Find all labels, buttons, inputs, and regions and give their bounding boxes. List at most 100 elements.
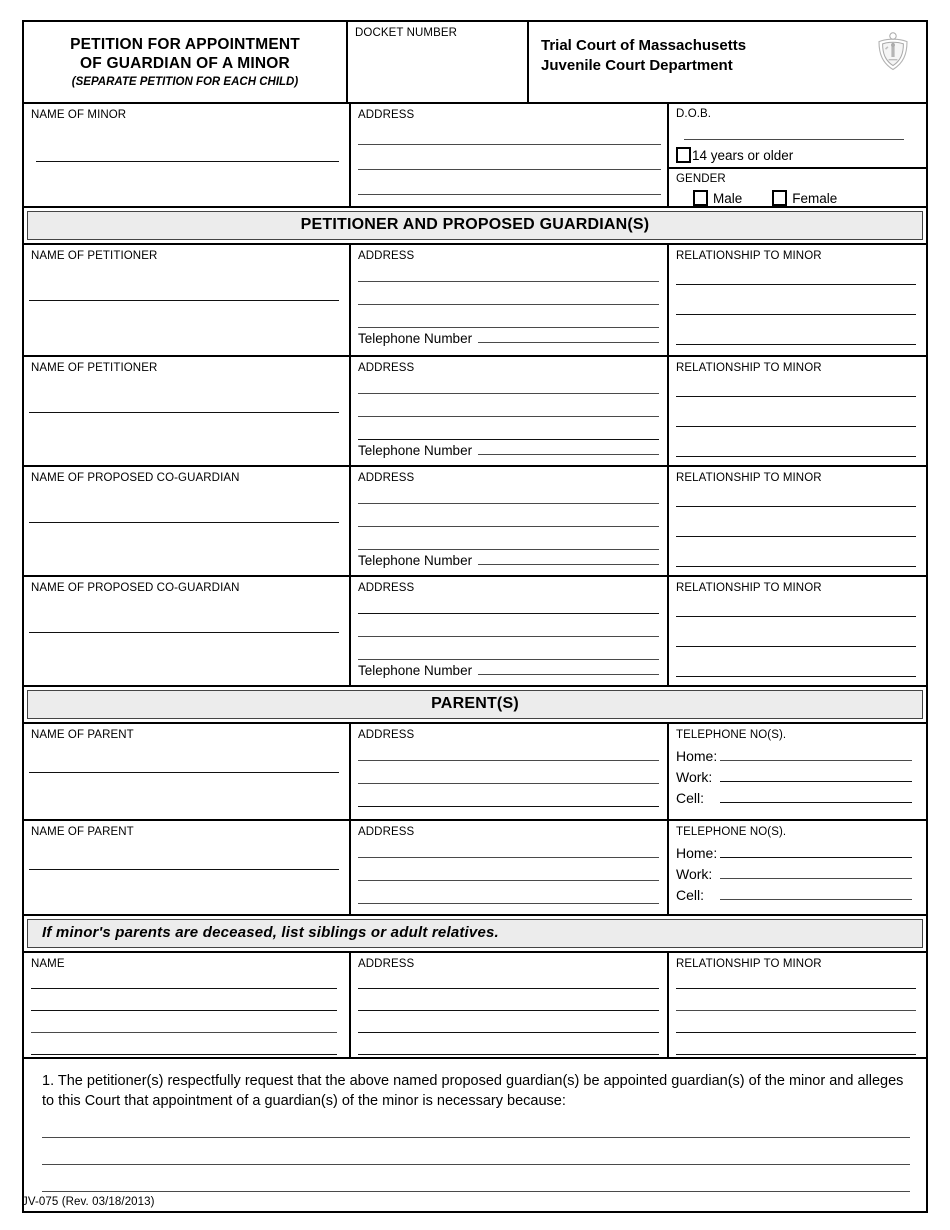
- siblings-name-cell[interactable]: NAME: [24, 953, 349, 1057]
- siblings-address-line-1[interactable]: [358, 988, 659, 989]
- coguardian-2-relationship-line-1[interactable]: [676, 616, 916, 617]
- age-14-checkbox[interactable]: [676, 147, 691, 163]
- age-14-checkbox-row[interactable]: 14 years or older: [676, 147, 918, 163]
- petitioner-2-telephone-line[interactable]: [478, 454, 659, 455]
- siblings-name-line-2[interactable]: [31, 1010, 337, 1011]
- coguardian-1-telephone-row[interactable]: Telephone Number: [358, 553, 659, 568]
- parent-2-home-row[interactable]: Home:: [676, 845, 912, 861]
- coguardian-2-address-line-1[interactable]: [358, 613, 659, 614]
- coguardian-1-address-line-3[interactable]: [358, 549, 659, 550]
- parent-2-cell-row[interactable]: Cell:: [676, 887, 912, 903]
- parent-1-cell-line[interactable]: [720, 802, 912, 803]
- petitioner-2-address-cell[interactable]: ADDRESS Telephone Number: [349, 357, 667, 465]
- siblings-relationship-line-3[interactable]: [676, 1032, 916, 1033]
- gender-male-checkbox[interactable]: [693, 190, 708, 206]
- parent-1-name-line[interactable]: [29, 772, 339, 773]
- minor-name-cell[interactable]: NAME OF MINOR: [24, 104, 349, 206]
- parent-1-address-line-3[interactable]: [358, 806, 659, 807]
- parent-2-work-line[interactable]: [720, 878, 912, 879]
- minor-address-line-2[interactable]: [358, 169, 661, 170]
- parent-2-address-line-1[interactable]: [358, 857, 659, 858]
- petitioner-2-name-cell[interactable]: NAME OF PETITIONER: [24, 357, 349, 465]
- petitioner-2-relationship-cell[interactable]: RELATIONSHIP TO MINOR: [667, 357, 926, 465]
- coguardian-1-relationship-line-2[interactable]: [676, 536, 916, 537]
- coguardian-2-address-line-2[interactable]: [358, 636, 659, 637]
- minor-address-line-3[interactable]: [358, 194, 661, 195]
- parent-2-address-line-2[interactable]: [358, 880, 659, 881]
- siblings-name-line-4[interactable]: [31, 1054, 337, 1055]
- coguardian-1-relationship-line-1[interactable]: [676, 506, 916, 507]
- parent-1-work-row[interactable]: Work:: [676, 769, 912, 785]
- coguardian-2-name-cell[interactable]: NAME OF PROPOSED CO-GUARDIAN: [24, 577, 349, 685]
- petitioner-1-relationship-line-3[interactable]: [676, 344, 916, 345]
- minor-address-line-1[interactable]: [358, 144, 661, 145]
- siblings-address-line-3[interactable]: [358, 1032, 659, 1033]
- parent-1-telephone-cell[interactable]: TELEPHONE NO(S). Home: Work: Cell:: [667, 724, 926, 819]
- coguardian-2-telephone-row[interactable]: Telephone Number: [358, 663, 659, 678]
- petitioner-1-relationship-line-2[interactable]: [676, 314, 916, 315]
- parent-1-home-row[interactable]: Home:: [676, 748, 912, 764]
- coguardian-1-name-line[interactable]: [29, 522, 339, 523]
- siblings-address-cell[interactable]: ADDRESS: [349, 953, 667, 1057]
- petitioner-1-address-line-2[interactable]: [358, 304, 659, 305]
- petitioner-1-name-line[interactable]: [29, 300, 339, 301]
- parent-1-home-line[interactable]: [720, 760, 912, 761]
- coguardian-1-address-line-2[interactable]: [358, 526, 659, 527]
- siblings-address-line-4[interactable]: [358, 1054, 659, 1055]
- coguardian-1-name-cell[interactable]: NAME OF PROPOSED CO-GUARDIAN: [24, 467, 349, 575]
- parent-2-address-cell[interactable]: ADDRESS: [349, 821, 667, 914]
- minor-dob-cell[interactable]: D.O.B. 14 years or older: [669, 104, 926, 167]
- petitioner-1-telephone-line[interactable]: [478, 342, 659, 343]
- siblings-relationship-cell[interactable]: RELATIONSHIP TO MINOR: [667, 953, 926, 1057]
- petitioner-1-address-line-1[interactable]: [358, 281, 659, 282]
- parent-2-name-line[interactable]: [29, 869, 339, 870]
- gender-female-checkbox[interactable]: [772, 190, 788, 206]
- coguardian-2-name-line[interactable]: [29, 632, 339, 633]
- siblings-name-line-1[interactable]: [31, 988, 337, 989]
- parent-1-address-line-2[interactable]: [358, 783, 659, 784]
- minor-gender-cell[interactable]: GENDER Male Female: [669, 167, 926, 206]
- gender-options[interactable]: Male Female: [676, 190, 918, 206]
- petitioner-2-relationship-line-1[interactable]: [676, 396, 916, 397]
- coguardian-2-telephone-line[interactable]: [478, 674, 659, 675]
- petitioner-1-relationship-cell[interactable]: RELATIONSHIP TO MINOR: [667, 245, 926, 355]
- coguardian-2-address-line-3[interactable]: [358, 659, 659, 660]
- parent-2-address-line-3[interactable]: [358, 903, 659, 904]
- parent-1-address-line-1[interactable]: [358, 760, 659, 761]
- coguardian-1-address-line-1[interactable]: [358, 503, 659, 504]
- petitioner-1-address-cell[interactable]: ADDRESS Telephone Number: [349, 245, 667, 355]
- petitioner-2-relationship-line-3[interactable]: [676, 456, 916, 457]
- parent-1-address-cell[interactable]: ADDRESS: [349, 724, 667, 819]
- minor-name-input-line[interactable]: [36, 161, 339, 162]
- petitioner-1-address-line-3[interactable]: [358, 327, 659, 328]
- coguardian-1-relationship-line-3[interactable]: [676, 566, 916, 567]
- siblings-relationship-line-1[interactable]: [676, 988, 916, 989]
- statement-answer-line-2[interactable]: [42, 1164, 910, 1165]
- petitioner-2-relationship-line-2[interactable]: [676, 426, 916, 427]
- parent-2-cell-line[interactable]: [720, 899, 912, 900]
- parent-2-telephone-cell[interactable]: TELEPHONE NO(S). Home: Work: Cell:: [667, 821, 926, 914]
- coguardian-2-relationship-cell[interactable]: RELATIONSHIP TO MINOR: [667, 577, 926, 685]
- coguardian-1-relationship-cell[interactable]: RELATIONSHIP TO MINOR: [667, 467, 926, 575]
- coguardian-2-relationship-line-2[interactable]: [676, 646, 916, 647]
- minor-address-cell[interactable]: ADDRESS: [349, 104, 667, 206]
- siblings-relationship-line-4[interactable]: [676, 1054, 916, 1055]
- parent-1-work-line[interactable]: [720, 781, 912, 782]
- petitioner-2-address-line-3[interactable]: [358, 439, 659, 440]
- petitioner-1-name-cell[interactable]: NAME OF PETITIONER: [24, 245, 349, 355]
- petitioner-1-telephone-row[interactable]: Telephone Number: [358, 331, 659, 346]
- siblings-address-line-2[interactable]: [358, 1010, 659, 1011]
- parent-1-cell-row[interactable]: Cell:: [676, 790, 912, 806]
- parent-2-home-line[interactable]: [720, 857, 912, 858]
- coguardian-2-relationship-line-3[interactable]: [676, 676, 916, 677]
- petitioner-2-address-line-2[interactable]: [358, 416, 659, 417]
- petitioner-2-address-line-1[interactable]: [358, 393, 659, 394]
- statement-answer-line-3[interactable]: [42, 1191, 910, 1192]
- parent-2-name-cell[interactable]: NAME OF PARENT: [24, 821, 349, 914]
- coguardian-1-telephone-line[interactable]: [478, 564, 659, 565]
- coguardian-1-address-cell[interactable]: ADDRESS Telephone Number: [349, 467, 667, 575]
- siblings-name-line-3[interactable]: [31, 1032, 337, 1033]
- docket-number-cell[interactable]: DOCKET NUMBER: [346, 22, 527, 102]
- minor-dob-input-line[interactable]: [684, 139, 904, 140]
- siblings-relationship-line-2[interactable]: [676, 1010, 916, 1011]
